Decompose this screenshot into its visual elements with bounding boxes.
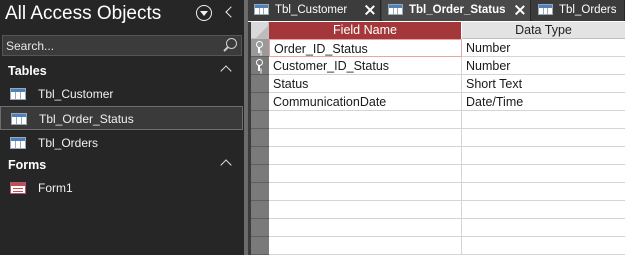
tab-tbl-orders[interactable]: Tbl_Orders <box>532 0 625 21</box>
close-icon[interactable] <box>364 4 376 16</box>
chevron-up-icon <box>220 159 232 171</box>
row-selector[interactable] <box>251 147 269 165</box>
table-row[interactable] <box>251 219 625 237</box>
table-row[interactable]: Status Short Text <box>251 75 625 93</box>
field-name-cell[interactable] <box>269 129 462 147</box>
table-row[interactable] <box>251 183 625 201</box>
field-name-cell[interactable] <box>269 237 462 255</box>
table-row[interactable] <box>251 147 625 165</box>
field-name-cell[interactable]: Order_ID_Status <box>269 39 462 57</box>
row-selector[interactable] <box>251 165 269 183</box>
row-selector[interactable] <box>251 201 269 219</box>
table-row[interactable]: Order_ID_Status Number <box>251 39 625 57</box>
data-type-cell[interactable]: Short Text <box>462 75 625 93</box>
table-icon <box>10 88 26 100</box>
data-type-cell[interactable] <box>462 183 625 201</box>
row-selector[interactable] <box>251 93 269 111</box>
nav-item-label: Tbl_Orders <box>38 136 99 150</box>
column-header-field-name[interactable]: Field Name <box>269 22 462 39</box>
field-name-cell[interactable] <box>269 147 462 165</box>
field-name-cell[interactable] <box>269 201 462 219</box>
field-name-cell[interactable]: CommunicationDate <box>269 93 462 111</box>
table-icon <box>538 4 553 15</box>
table-row[interactable]: CommunicationDate Date/Time <box>251 93 625 111</box>
field-name-cell[interactable] <box>269 183 462 201</box>
data-type-cell[interactable]: Number <box>462 57 625 75</box>
primary-key-icon <box>255 41 263 53</box>
row-selector[interactable] <box>251 237 269 255</box>
table-row[interactable] <box>251 111 625 129</box>
row-selector[interactable] <box>251 183 269 201</box>
table-icon <box>10 137 26 149</box>
column-header-data-type[interactable]: Data Type <box>462 22 625 39</box>
nav-item-tbl-order-status[interactable]: Tbl_Order_Status <box>0 106 243 130</box>
document-tab-bar: Tbl_Customer Tbl_Order_Status Tbl_Orders <box>248 0 625 21</box>
group-label: Forms <box>8 158 47 172</box>
nav-item-label: Form1 <box>38 181 73 195</box>
data-type-cell[interactable] <box>462 165 625 183</box>
nav-pane-menu-icon[interactable] <box>196 5 212 21</box>
primary-key-icon <box>255 59 263 71</box>
chevron-up-icon <box>220 65 232 77</box>
table-icon <box>11 113 27 125</box>
field-name-cell[interactable]: Customer_ID_Status <box>269 57 462 75</box>
row-selector[interactable] <box>251 129 269 147</box>
row-selector[interactable] <box>251 75 269 93</box>
tab-label: Tbl_Order_Status <box>409 4 506 16</box>
group-header-forms[interactable]: Forms <box>0 154 244 176</box>
nav-pane-collapse-icon[interactable] <box>222 4 236 22</box>
nav-search-box[interactable] <box>2 35 242 56</box>
table-row[interactable] <box>251 165 625 183</box>
document-area: Tbl_Customer Tbl_Order_Status Tbl_Orders… <box>248 0 625 255</box>
nav-item-label: Tbl_Order_Status <box>39 112 134 126</box>
form-icon <box>10 182 26 194</box>
table-design-grid: Field Name Data Type Order_ID_Status Numb… <box>248 22 625 255</box>
table-row[interactable]: Customer_ID_Status Number <box>251 57 625 75</box>
table-row[interactable] <box>251 237 625 255</box>
nav-item-form1[interactable]: Form1 <box>0 176 243 200</box>
nav-item-tbl-orders[interactable]: Tbl_Orders <box>0 131 243 155</box>
field-name-cell[interactable] <box>269 219 462 237</box>
field-name-cell[interactable] <box>269 165 462 183</box>
tab-tbl-customer[interactable]: Tbl_Customer <box>248 0 381 21</box>
row-selector[interactable] <box>251 39 269 57</box>
data-type-cell[interactable]: Number <box>462 39 625 57</box>
search-input[interactable] <box>6 38 216 54</box>
data-type-cell[interactable]: Date/Time <box>462 93 625 111</box>
nav-pane-title[interactable]: All Access Objects <box>5 3 161 25</box>
row-selector[interactable] <box>251 111 269 129</box>
table-icon <box>254 4 269 15</box>
close-icon[interactable] <box>514 4 526 16</box>
search-icon[interactable] <box>221 37 238 54</box>
data-type-cell[interactable] <box>462 219 625 237</box>
data-type-cell[interactable] <box>462 129 625 147</box>
row-selector[interactable] <box>251 57 269 75</box>
tab-tbl-order-status[interactable]: Tbl_Order_Status <box>382 0 531 21</box>
row-selector[interactable] <box>251 219 269 237</box>
field-name-cell[interactable] <box>269 111 462 129</box>
data-type-cell[interactable] <box>462 147 625 165</box>
navigation-pane: All Access Objects Tables Tbl_Customer T… <box>0 0 244 255</box>
field-name-cell[interactable]: Status <box>269 75 462 93</box>
group-header-tables[interactable]: Tables <box>0 60 244 82</box>
tab-label: Tbl_Customer <box>275 4 348 16</box>
group-label: Tables <box>8 64 47 78</box>
data-type-cell[interactable] <box>462 111 625 129</box>
data-type-cell[interactable] <box>462 201 625 219</box>
table-row[interactable] <box>251 201 625 219</box>
tab-label: Tbl_Orders <box>559 4 617 16</box>
nav-item-label: Tbl_Customer <box>38 87 114 101</box>
data-type-cell[interactable] <box>462 237 625 255</box>
table-row[interactable] <box>251 129 625 147</box>
table-icon <box>388 4 403 15</box>
nav-item-tbl-customer[interactable]: Tbl_Customer <box>0 82 243 106</box>
select-all-corner[interactable] <box>251 22 269 39</box>
